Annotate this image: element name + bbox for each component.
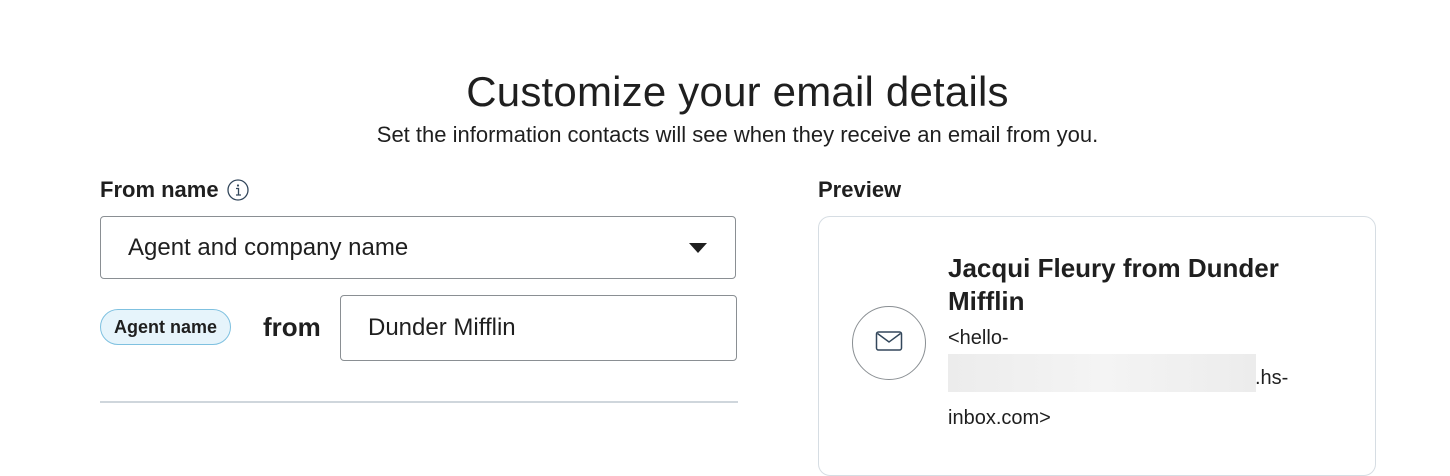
page-title: Customize your email details [466,68,1009,115]
from-name-select-value: Agent and company name [128,233,409,261]
agent-name-token-label: Agent name [114,316,218,337]
preview-label: Preview [818,177,902,202]
company-name-input[interactable] [340,295,737,361]
sender-name: Jacqui Fleury from Dunder Mifflin [948,253,1279,316]
from-name-label: From name [100,177,219,202]
sender-address-line-1: <hello- [948,327,1009,349]
sender-address-line-2: .hs- [1255,367,1289,389]
info-circle-icon[interactable] [226,179,249,201]
envelope-icon [875,330,903,357]
sender-avatar [852,306,926,380]
email-preview-card: Jacqui Fleury from Dunder Mifflin <hello… [818,216,1376,476]
section-divider [100,401,738,403]
redacted-address-block [948,354,1256,392]
page-subtitle: Set the information contacts will see wh… [376,122,1099,147]
caret-down-icon [689,243,707,253]
sender-address-line-3: inbox.com> [948,407,1051,429]
from-name-label-group: From name [100,177,249,203]
from-name-select[interactable]: Agent and company name [100,216,736,279]
from-connector-text: from [263,312,321,342]
agent-name-token[interactable]: Agent name [100,309,232,345]
